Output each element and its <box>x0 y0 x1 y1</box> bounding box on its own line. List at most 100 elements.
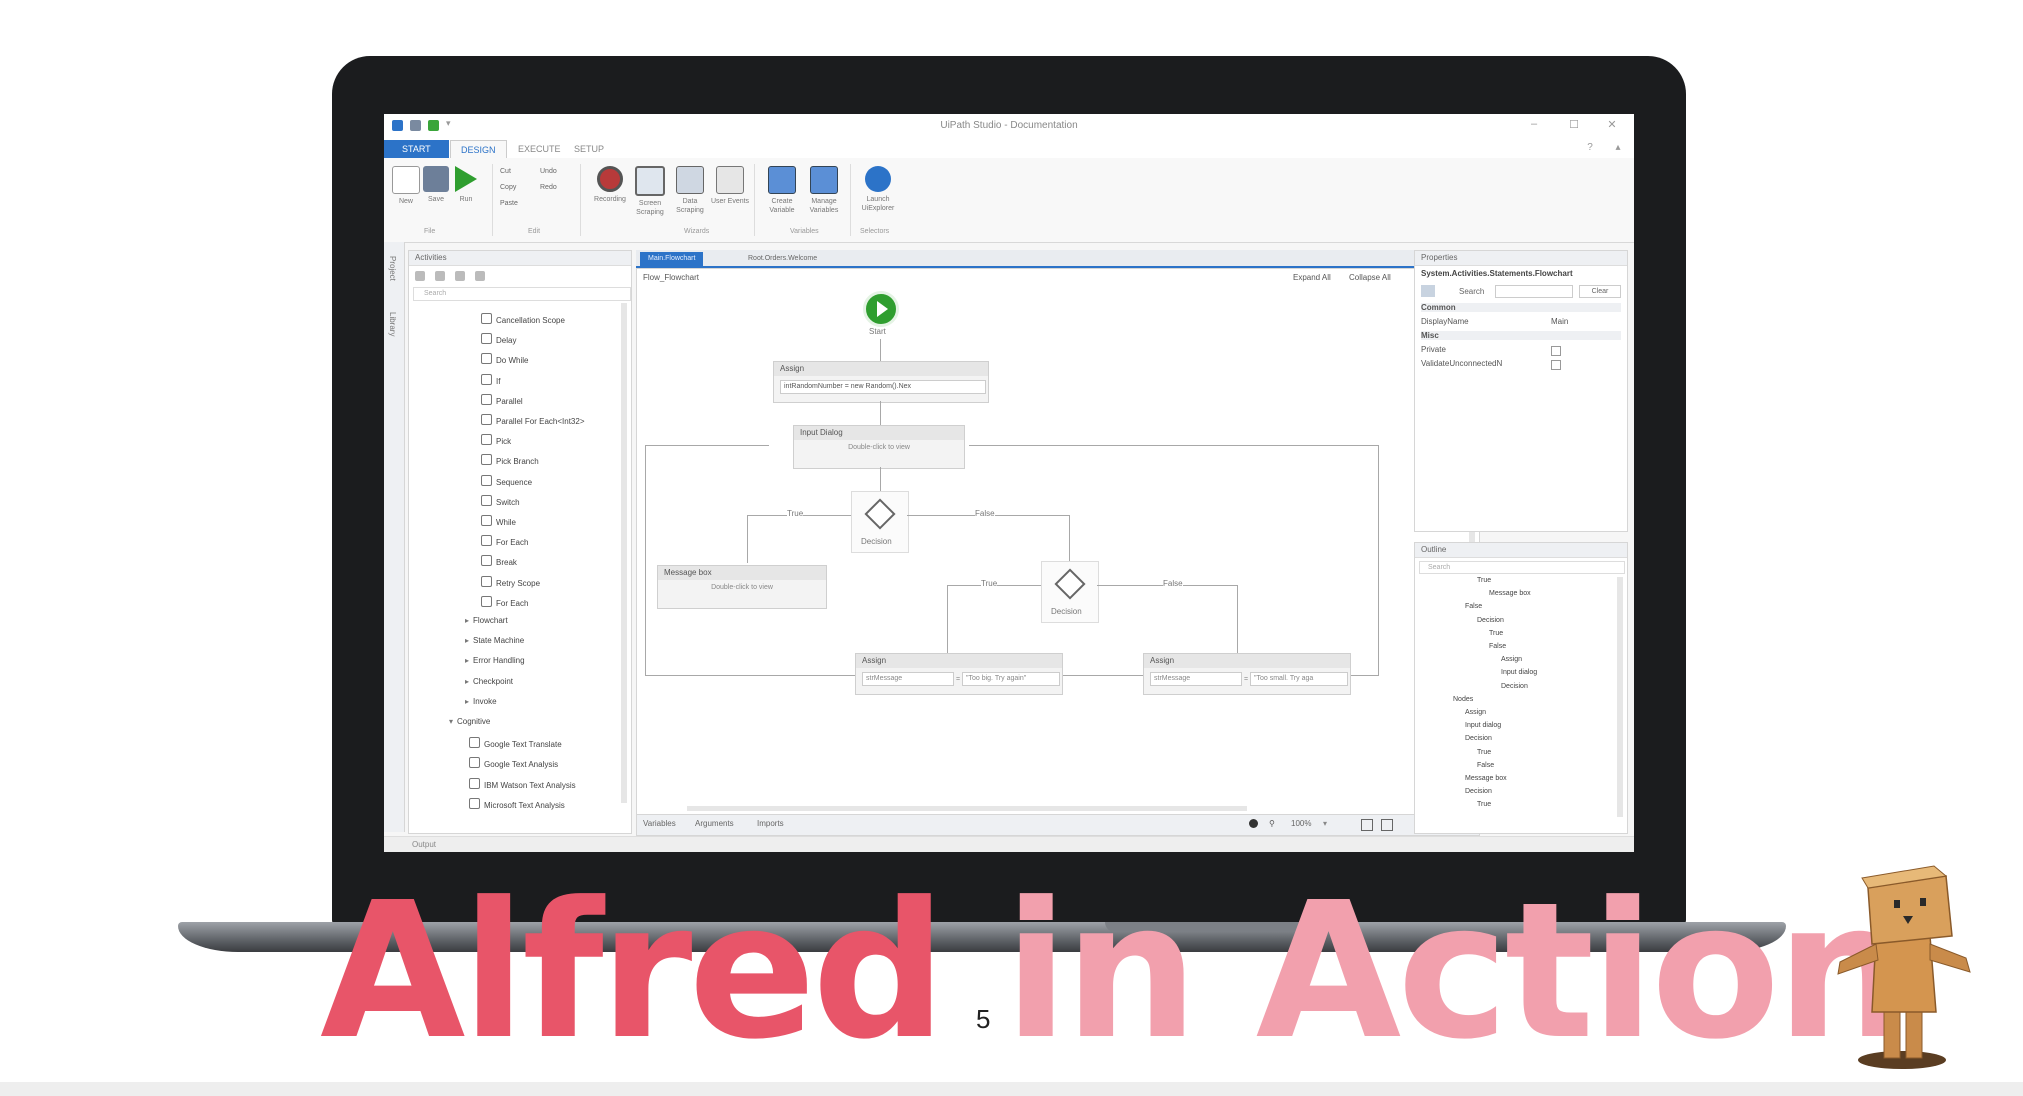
manage-variables-button[interactable]: Manage Variables <box>804 166 844 215</box>
designer-canvas[interactable]: Flow_Flowchart Expand All Collapse All S… <box>636 268 1480 816</box>
start-node[interactable] <box>863 291 899 327</box>
prop-value[interactable]: Main <box>1551 317 1568 326</box>
run-button[interactable]: Run <box>446 166 486 204</box>
tab-design[interactable]: DESIGN <box>450 140 507 159</box>
close-icon[interactable]: ✕ <box>1602 118 1622 131</box>
screen-scraping-button[interactable]: Screen Scraping <box>630 166 670 217</box>
outline-item[interactable]: True <box>1477 749 1491 756</box>
activity-item[interactable]: IBM Watson Text Analysis <box>469 777 576 790</box>
overview-icon[interactable] <box>1381 819 1393 831</box>
activity-item[interactable]: Cancellation Scope <box>481 313 565 325</box>
zoom-level[interactable]: 100% <box>1291 819 1311 828</box>
outline-item[interactable]: Message box <box>1465 775 1507 782</box>
activity-item[interactable]: ▸ Error Handling <box>465 656 525 665</box>
activities-scrollbar[interactable] <box>621 303 627 803</box>
outline-item[interactable]: Decision <box>1465 735 1492 742</box>
section-misc[interactable]: Misc <box>1421 331 1621 340</box>
collapse-all-link[interactable]: Collapse All <box>1349 273 1391 282</box>
assign-3-left[interactable]: strMessage <box>1150 672 1242 686</box>
ribbon-collapse-icon[interactable]: ▴ <box>1608 142 1628 153</box>
outline-item[interactable]: True <box>1477 577 1491 584</box>
prop-row-displayname[interactable]: DisplayName Main <box>1421 317 1621 326</box>
side-tab-project[interactable]: Project <box>388 256 397 281</box>
prop-row-private[interactable]: Private <box>1421 345 1621 356</box>
activity-item[interactable]: ▸ Checkpoint <box>465 677 513 686</box>
activity-item[interactable]: Do While <box>481 353 528 365</box>
search-icon[interactable]: ⚲ <box>1269 819 1275 828</box>
copy-button[interactable]: Copy <box>500 184 516 191</box>
minimize-icon[interactable]: – <box>1524 118 1544 130</box>
outline-item[interactable]: False <box>1489 643 1506 650</box>
pan-icon[interactable] <box>1249 819 1258 828</box>
properties-search-input[interactable] <box>1495 285 1573 298</box>
activity-item[interactable]: Parallel For Each<Int32> <box>481 414 585 426</box>
expand-right-icon[interactable]: ▸ <box>465 697 473 706</box>
section-common[interactable]: Common <box>1421 303 1621 312</box>
expand-down-icon[interactable]: ▾ <box>449 717 457 726</box>
breadcrumb[interactable]: Flow_Flowchart <box>643 273 699 282</box>
activity-item[interactable]: While <box>481 515 516 527</box>
filter-icon[interactable] <box>455 271 465 281</box>
activity-item[interactable]: If <box>481 373 500 386</box>
expand-right-icon[interactable]: ▸ <box>465 616 473 625</box>
activity-item[interactable]: Delay <box>481 333 516 345</box>
assign-activity-2[interactable]: Assign strMessage = "Too big. Try again" <box>855 653 1063 695</box>
outline-item[interactable]: Message box <box>1489 590 1531 597</box>
favorites-icon[interactable] <box>475 271 485 281</box>
redo-button[interactable]: Redo <box>540 184 557 191</box>
input-dialog-activity[interactable]: Input Dialog Double-click to view <box>793 425 965 469</box>
maximize-icon[interactable]: ☐ <box>1564 118 1584 131</box>
uiexplorer-button[interactable]: Launch UiExplorer <box>858 166 898 213</box>
collapse-all-icon[interactable] <box>435 271 445 281</box>
cut-button[interactable]: Cut <box>500 168 511 175</box>
activity-item[interactable]: Switch <box>481 494 520 507</box>
outline-item[interactable]: Assign <box>1501 656 1522 663</box>
outline-item[interactable]: Decision <box>1465 788 1492 795</box>
activity-item[interactable]: ▸ State Machine <box>465 636 524 645</box>
outline-scrollbar[interactable] <box>1617 577 1623 817</box>
outline-item[interactable]: Assign <box>1465 709 1486 716</box>
activity-item[interactable]: Parallel <box>481 393 523 406</box>
assign-activity-1[interactable]: Assign intRandomNumber = new Random().Ne… <box>773 361 989 403</box>
user-events-button[interactable]: User Events <box>710 166 750 206</box>
assign-1-expression[interactable]: intRandomNumber = new Random().Nex <box>780 380 986 394</box>
expand-right-icon[interactable]: ▸ <box>465 636 473 645</box>
doc-tab-main[interactable]: Main.Flowchart <box>640 252 704 266</box>
message-box-activity[interactable]: Message box Double-click to view <box>657 565 827 609</box>
activity-item[interactable]: ▾ Cognitive <box>449 717 490 726</box>
paste-button[interactable]: Paste <box>500 200 518 207</box>
outline-item[interactable]: Input dialog <box>1501 669 1537 676</box>
outline-item[interactable]: True <box>1477 801 1491 808</box>
activity-item[interactable]: Sequence <box>481 474 532 487</box>
arguments-tab[interactable]: Arguments <box>695 819 734 828</box>
tab-execute[interactable]: EXECUTE <box>508 140 571 158</box>
activity-item[interactable]: Google Text Translate <box>469 737 562 749</box>
expand-right-icon[interactable]: ▸ <box>465 677 473 686</box>
side-tab-library[interactable]: Library <box>388 312 397 336</box>
data-scraping-button[interactable]: Data Scraping <box>670 166 710 215</box>
zoom-dropdown-icon[interactable]: ▾ <box>1323 819 1327 828</box>
outline-item[interactable]: False <box>1477 762 1494 769</box>
assign-2-left[interactable]: strMessage <box>862 672 954 686</box>
prop-row-validate[interactable]: ValidateUnconnectedN <box>1421 359 1621 370</box>
outline-item[interactable]: Decision <box>1477 617 1504 624</box>
assign-2-right[interactable]: "Too big. Try again" <box>962 672 1060 686</box>
variables-tab[interactable]: Variables <box>643 819 676 828</box>
designer-hscrollbar[interactable] <box>687 806 1247 811</box>
prop-checkbox[interactable] <box>1551 346 1561 356</box>
outline-item[interactable]: Input dialog <box>1465 722 1501 729</box>
expand-all-link[interactable]: Expand All <box>1293 273 1331 282</box>
activity-item[interactable]: For Each <box>481 595 528 608</box>
assign-activity-3[interactable]: Assign strMessage = "Too small. Try aga <box>1143 653 1351 695</box>
activity-item[interactable]: For Each <box>481 535 528 547</box>
expand-all-icon[interactable] <box>415 271 425 281</box>
activity-item[interactable]: Microsoft Text Analysis <box>469 797 565 810</box>
activity-item[interactable]: Google Text Analysis <box>469 757 558 769</box>
outline-search-input[interactable]: Search <box>1419 561 1625 574</box>
imports-tab[interactable]: Imports <box>757 819 784 828</box>
outline-item[interactable]: Decision <box>1501 683 1528 690</box>
recording-button[interactable]: Recording <box>590 166 630 204</box>
create-variable-button[interactable]: Create Variable <box>762 166 802 215</box>
expand-right-icon[interactable]: ▸ <box>465 656 473 665</box>
properties-clear-button[interactable]: Clear <box>1579 285 1621 298</box>
